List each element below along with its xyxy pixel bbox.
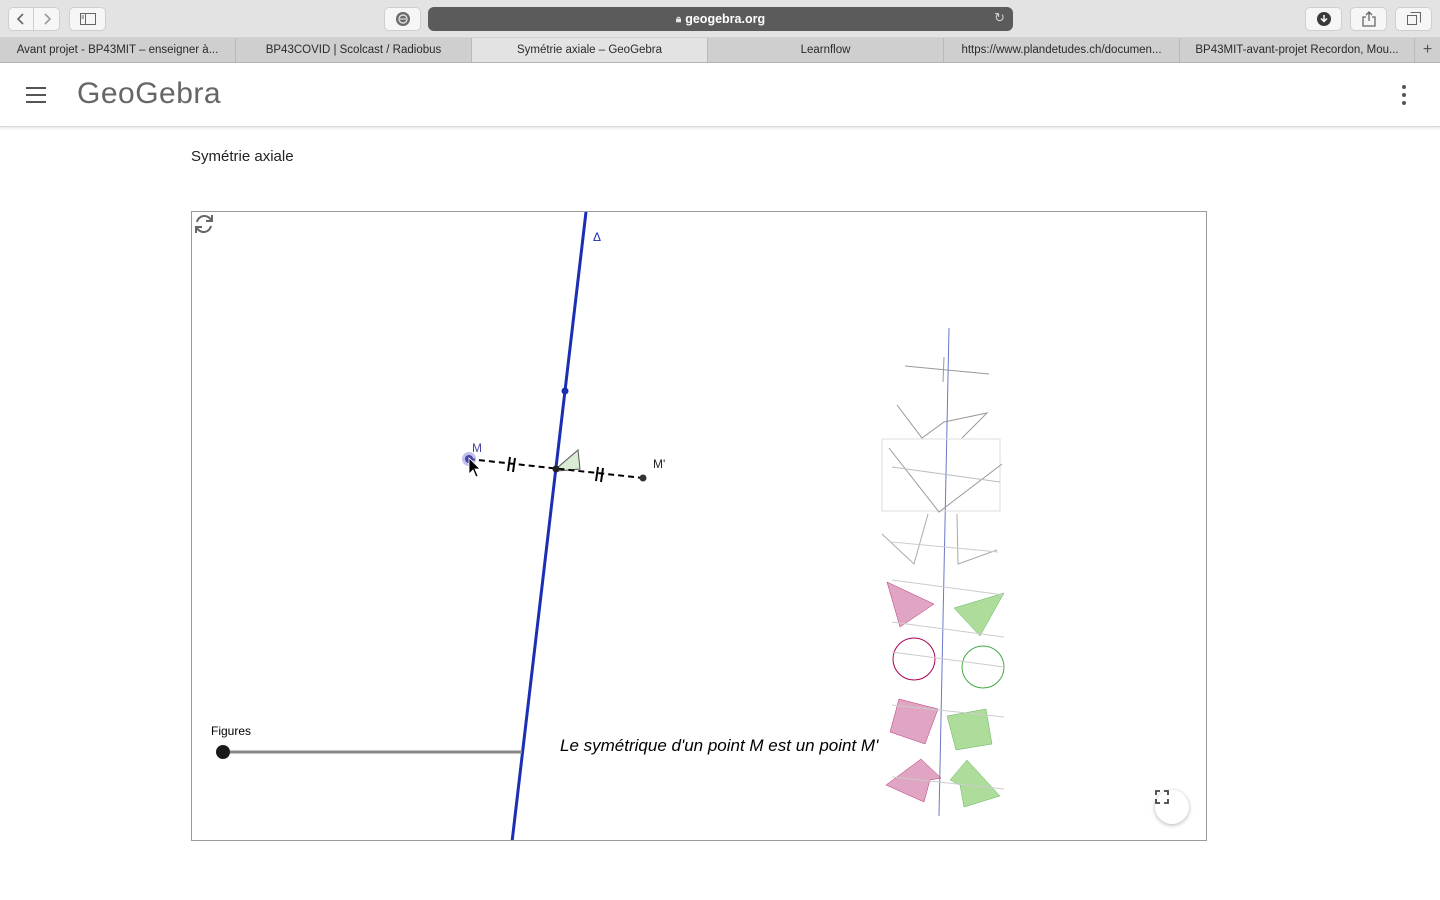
new-tab-button[interactable]: +: [1415, 38, 1440, 62]
tab-label: BP43MIT-avant-projet Recordon, Mou...: [1195, 44, 1399, 56]
tab-plandetudes[interactable]: https://www.plandetudes.ch/documen...: [944, 38, 1180, 62]
tab-label: Avant projet - BP43MIT – enseigner à...: [16, 44, 219, 56]
tab-label: Symétrie axiale – GeoGebra: [516, 44, 663, 56]
back-button[interactable]: [8, 7, 34, 31]
geogebra-header: GeoGebra: [0, 63, 1440, 127]
tab-learnflow[interactable]: Learnflow: [708, 38, 944, 62]
lock-icon: 🔒︎: [675, 13, 682, 25]
geogebra-applet[interactable]: Δ M M' Figures Le symétrique d'un point …: [191, 211, 1207, 841]
caption-text: Le symétrique d'un point M est un point …: [560, 736, 879, 755]
address-bar[interactable]: 🔒︎ geogebra.org ↻: [428, 7, 1013, 31]
foot-point: [552, 465, 560, 473]
tab-overview-button[interactable]: [1395, 7, 1432, 31]
axis-label: Δ: [593, 230, 602, 244]
point-m-prime-label: M': [653, 457, 666, 471]
right-angle-marker: [556, 449, 581, 472]
download-icon: [1316, 12, 1331, 26]
tab-symetrie-axiale[interactable]: Symétrie axiale – GeoGebra: [472, 38, 708, 62]
point-m-prime[interactable]: [639, 474, 647, 482]
tab-avant-projet[interactable]: Avant projet - BP43MIT – enseigner à...: [0, 38, 236, 62]
download-button[interactable]: [1305, 7, 1342, 31]
page-title: Symétrie axiale: [191, 148, 294, 165]
forward-button[interactable]: [34, 7, 60, 31]
tab-label: BP43COVID | Scolcast / Radiobus: [265, 44, 442, 56]
tab-overview-icon: [1406, 12, 1421, 25]
privacy-report-icon: [395, 12, 410, 26]
more-options-icon[interactable]: [1396, 83, 1412, 107]
share-button[interactable]: [1350, 7, 1387, 31]
fullscreen-button[interactable]: [1155, 790, 1189, 824]
tab-label: Learnflow: [800, 44, 851, 56]
address-text: geogebra.org: [685, 12, 766, 26]
fullscreen-icon: [1155, 790, 1169, 804]
tab-label: https://www.plandetudes.ch/documen...: [961, 44, 1162, 56]
geogebra-logo[interactable]: GeoGebra: [77, 77, 221, 111]
menu-icon[interactable]: [26, 87, 46, 103]
reload-icon[interactable]: ↻: [994, 10, 1005, 26]
figures-slider-handle[interactable]: [216, 745, 230, 759]
privacy-report-button[interactable]: [384, 7, 421, 31]
plus-icon: +: [1422, 41, 1433, 58]
share-icon: [1361, 11, 1376, 27]
axis-point[interactable]: [561, 387, 569, 395]
sidebar-button[interactable]: [69, 7, 106, 31]
chevron-right-icon: [43, 13, 51, 25]
reset-icon[interactable]: [192, 212, 216, 236]
point-m-label: M: [472, 441, 482, 455]
sidebar-icon: [79, 13, 96, 25]
slider-label: Figures: [211, 724, 252, 738]
tab-bp43mit-avant-projet[interactable]: BP43MIT-avant-projet Recordon, Mou...: [1180, 38, 1415, 62]
chevron-left-icon: [16, 13, 24, 25]
browser-toolbar: 🔒︎ geogebra.org ↻: [0, 0, 1440, 38]
figures-preview-strip: [881, 327, 1005, 817]
tab-bar: Avant projet - BP43MIT – enseigner à... …: [0, 38, 1440, 63]
tab-bp43covid[interactable]: BP43COVID | Scolcast / Radiobus: [236, 38, 472, 62]
